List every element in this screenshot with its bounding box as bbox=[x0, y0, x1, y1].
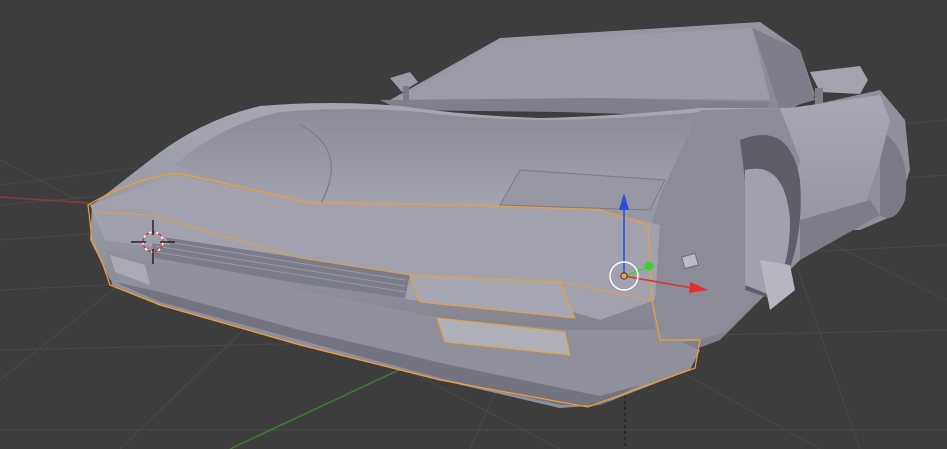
car-model[interactable] bbox=[90, 22, 910, 408]
manipulator-y-handle[interactable] bbox=[644, 261, 654, 271]
object-origin-icon bbox=[620, 272, 628, 280]
y-axis-line bbox=[229, 359, 421, 449]
car-windshield bbox=[395, 28, 770, 100]
front-wheel-spoke bbox=[760, 260, 795, 310]
3d-viewport[interactable] bbox=[0, 0, 947, 449]
